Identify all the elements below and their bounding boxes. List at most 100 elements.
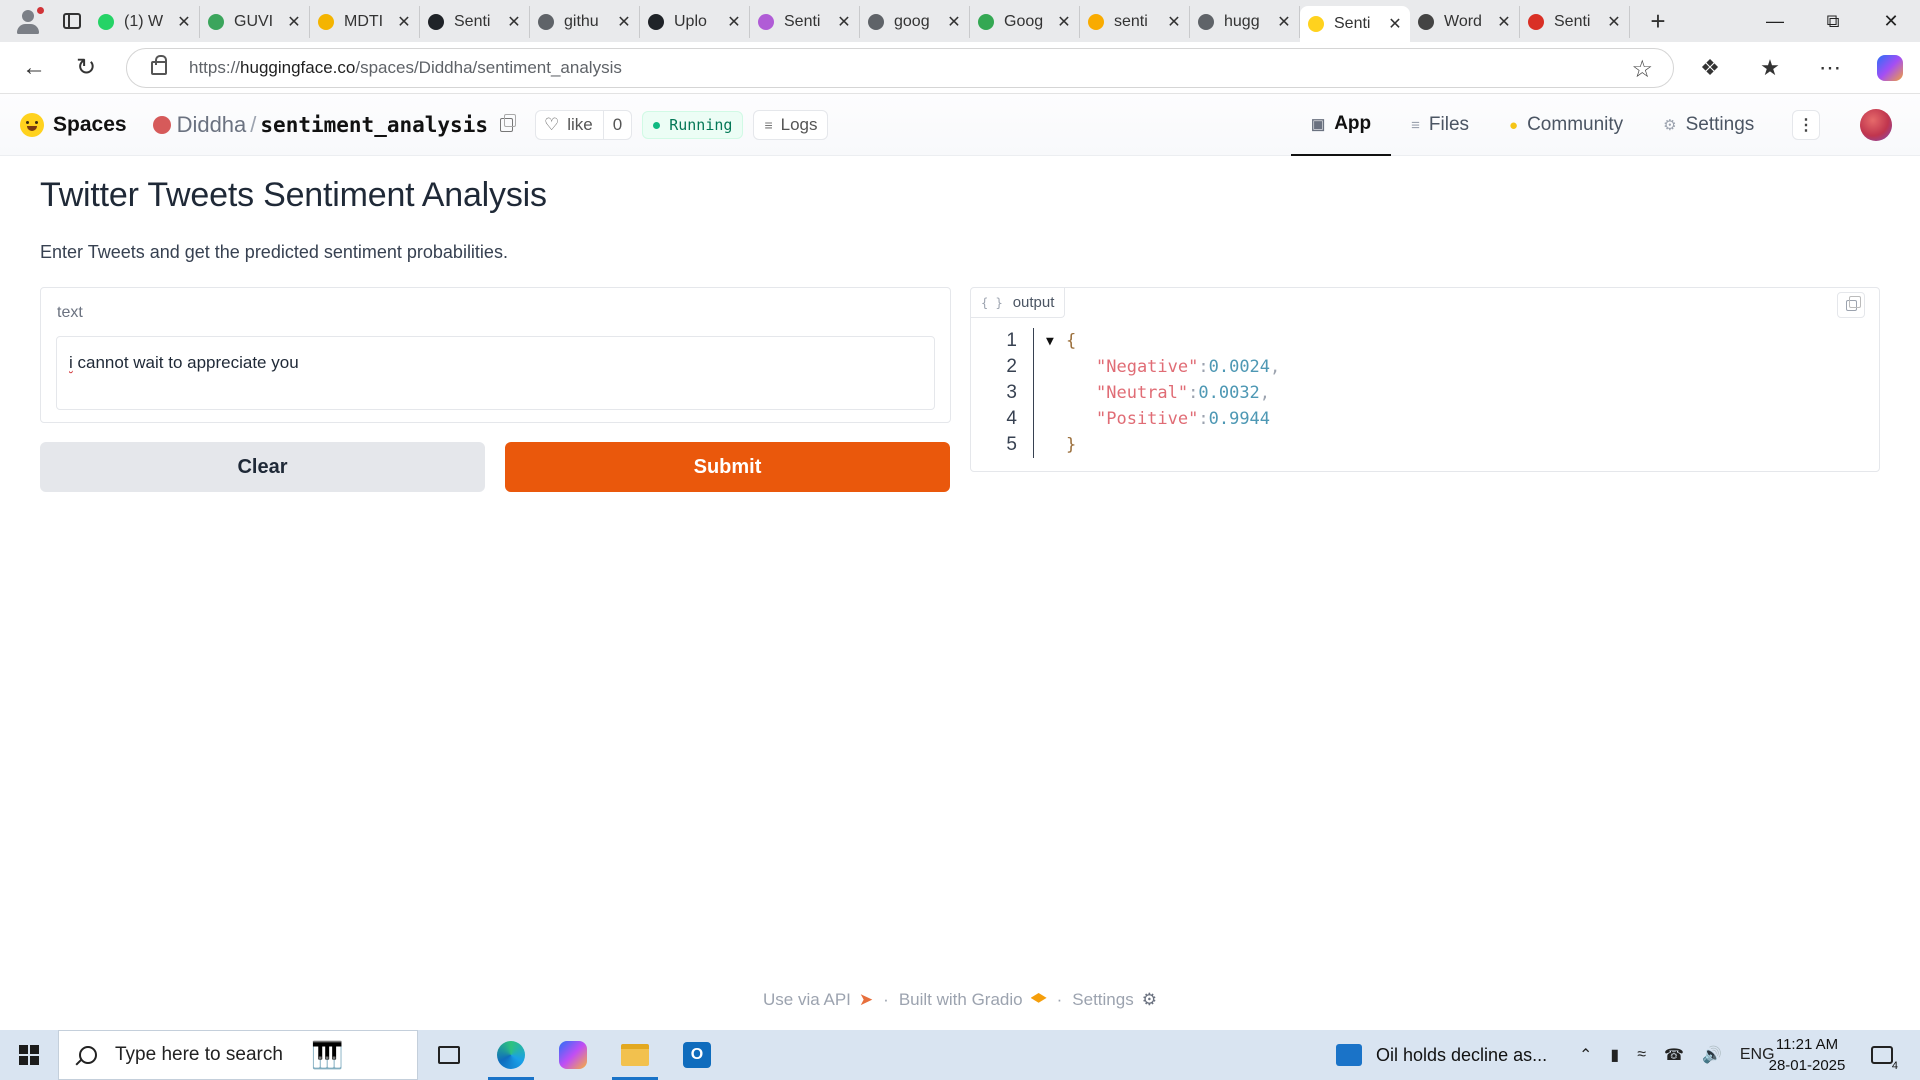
start-button[interactable] xyxy=(0,1030,58,1080)
favorite-star-icon[interactable]: ☆ xyxy=(1631,55,1653,84)
space-nav: ▣ App ≡ Files ● Community ⚙ Settings xyxy=(1291,94,1774,156)
taskbar-copilot[interactable] xyxy=(542,1030,604,1080)
close-tab-icon[interactable]: ✕ xyxy=(947,12,961,32)
network-icon[interactable]: ≈ xyxy=(1637,1046,1646,1064)
back-icon[interactable]: ← xyxy=(14,48,54,88)
hf-header: Spaces Diddha / sentiment_analysis ♡ lik… xyxy=(0,94,1920,156)
chatgpt-icon xyxy=(1418,14,1434,30)
new-tab-button[interactable]: + xyxy=(1638,5,1678,37)
status-text: Running xyxy=(669,116,733,134)
tab-community[interactable]: ● Community xyxy=(1489,94,1643,156)
browser-tab[interactable]: Senti ✕ xyxy=(420,6,530,38)
close-tab-icon[interactable]: ✕ xyxy=(507,12,521,32)
owner-link[interactable]: Diddha xyxy=(177,112,247,138)
address-bar[interactable]: https://huggingface.co/spaces/Diddha/sen… xyxy=(126,48,1674,88)
taskbar-search[interactable]: Type here to search 🎹 xyxy=(58,1030,418,1080)
use-via-api-link[interactable]: Use via API xyxy=(763,990,851,1010)
browser-tab[interactable]: Senti ✕ xyxy=(1300,6,1410,42)
tab-actions-icon[interactable] xyxy=(54,3,90,39)
refresh-icon[interactable]: ↻ xyxy=(66,48,106,88)
gear-icon: ⚙ xyxy=(1141,990,1157,1009)
logs-button[interactable]: ≡ Logs xyxy=(753,110,829,140)
tab-settings[interactable]: ⚙ Settings xyxy=(1643,94,1774,156)
close-tab-icon[interactable]: ✕ xyxy=(1388,14,1402,34)
built-with-gradio-link[interactable]: Built with Gradio xyxy=(899,990,1023,1010)
volume-icon[interactable]: 🔊 xyxy=(1702,1045,1722,1065)
browser-tab-title: GUVI xyxy=(234,13,274,30)
profile-icon[interactable] xyxy=(10,3,46,39)
close-tab-icon[interactable]: ✕ xyxy=(177,12,191,32)
close-window-icon[interactable]: ✕ xyxy=(1862,0,1920,42)
news-widget[interactable]: Oil holds decline as... xyxy=(1336,1030,1547,1080)
battery-icon[interactable]: ▮ xyxy=(1610,1045,1619,1065)
close-tab-icon[interactable]: ✕ xyxy=(397,12,411,32)
browser-tab[interactable]: Senti ✕ xyxy=(1520,6,1630,38)
notification-icon xyxy=(1871,1046,1893,1064)
close-tab-icon[interactable]: ✕ xyxy=(1167,12,1181,32)
like-count[interactable]: 0 xyxy=(604,115,631,135)
submit-button[interactable]: Submit xyxy=(505,442,950,492)
taskbar-file-explorer[interactable] xyxy=(604,1030,666,1080)
close-tab-icon[interactable]: ✕ xyxy=(617,12,631,32)
footer-settings-link[interactable]: Settings xyxy=(1072,990,1133,1010)
code-line: 3 "Neutral": 0.0032, xyxy=(971,380,1871,406)
browser-tab[interactable]: GUVI ✕ xyxy=(200,6,310,38)
browser-tab-title: Uplo xyxy=(674,13,707,30)
meet-icon[interactable]: ☎ xyxy=(1664,1045,1684,1065)
more-options-icon[interactable]: ⋮ xyxy=(1792,110,1820,140)
taskbar-clock[interactable]: 11:21 AM 28-01-2025 xyxy=(1762,1034,1852,1076)
google-maps-icon xyxy=(978,14,994,30)
copilot-icon[interactable] xyxy=(1860,42,1920,94)
footer-separator: · xyxy=(883,990,889,1009)
tab-app[interactable]: ▣ App xyxy=(1291,94,1392,156)
restore-icon[interactable]: ⧉ xyxy=(1804,0,1862,42)
pdf-icon xyxy=(1528,14,1544,30)
minimize-icon[interactable]: — xyxy=(1746,0,1804,42)
browser-tab[interactable]: Uplo ✕ xyxy=(640,6,750,38)
taskbar-outlook[interactable]: O xyxy=(666,1030,728,1080)
chevron-up-icon[interactable]: ⌃ xyxy=(1579,1045,1592,1065)
close-tab-icon[interactable]: ✕ xyxy=(837,12,851,32)
browser-tab[interactable]: hugg ✕ xyxy=(1190,6,1300,38)
collapse-toggle-icon[interactable]: ▼ xyxy=(1046,334,1066,349)
task-view-button[interactable] xyxy=(418,1030,480,1080)
repo-name[interactable]: sentiment_analysis xyxy=(260,113,488,137)
taskbar-edge[interactable] xyxy=(480,1030,542,1080)
browser-tab[interactable]: githu ✕ xyxy=(530,6,640,38)
tweet-textarea[interactable]: i cannot wait to appreciate you xyxy=(56,336,935,410)
browser-tab[interactable]: goog ✕ xyxy=(860,6,970,38)
notification-count: 4 xyxy=(1891,1060,1898,1072)
close-tab-icon[interactable]: ✕ xyxy=(727,12,741,32)
close-tab-icon[interactable]: ✕ xyxy=(1607,12,1621,32)
tab-files[interactable]: ≡ Files xyxy=(1391,94,1489,156)
browser-tab[interactable]: senti ✕ xyxy=(1080,6,1190,38)
browser-tab[interactable]: (1) W ✕ xyxy=(90,6,200,38)
like-button[interactable]: ♡ like 0 xyxy=(534,110,633,140)
code-line: 2 "Negative": 0.0024, xyxy=(971,354,1871,380)
browser-tab[interactable]: Senti ✕ xyxy=(750,6,860,38)
close-tab-icon[interactable]: ✕ xyxy=(1497,12,1511,32)
spaces-link[interactable]: Spaces xyxy=(53,113,127,137)
browser-tab[interactable]: Word ✕ xyxy=(1410,6,1520,38)
json-output: 1 ▼{2 "Negative": 0.0024, 3 "Neutral": 0.003… xyxy=(971,328,1871,458)
browser-tab[interactable]: MDTI ✕ xyxy=(310,6,420,38)
lock-icon[interactable] xyxy=(151,55,167,75)
copy-output-icon[interactable] xyxy=(1837,292,1865,318)
clear-button[interactable]: Clear xyxy=(40,442,485,492)
notifications-button[interactable]: 4 xyxy=(1864,1038,1900,1072)
favorites-icon[interactable]: ★ xyxy=(1740,42,1800,94)
status-badge[interactable]: Running xyxy=(642,111,744,139)
close-tab-icon[interactable]: ✕ xyxy=(1277,12,1291,32)
google-drive-icon xyxy=(318,14,334,30)
huggingface-logo-icon[interactable] xyxy=(20,113,44,137)
copy-repo-icon[interactable] xyxy=(499,114,516,132)
user-avatar[interactable] xyxy=(1860,109,1892,141)
browser-tab-strip: (1) W ✕ GUVI ✕ MDTI ✕ Senti ✕ githu ✕ Uplo ✕ Senti ✕ g… xyxy=(0,0,1920,42)
url-text[interactable]: https://huggingface.co/spaces/Diddha/sen… xyxy=(189,58,622,78)
extensions-icon[interactable]: ❖ xyxy=(1680,42,1740,94)
browser-tab[interactable]: Goog ✕ xyxy=(970,6,1080,38)
close-tab-icon[interactable]: ✕ xyxy=(1057,12,1071,32)
close-tab-icon[interactable]: ✕ xyxy=(287,12,301,32)
folder-icon xyxy=(621,1044,649,1066)
more-menu-icon[interactable]: ⋯ xyxy=(1800,42,1860,94)
